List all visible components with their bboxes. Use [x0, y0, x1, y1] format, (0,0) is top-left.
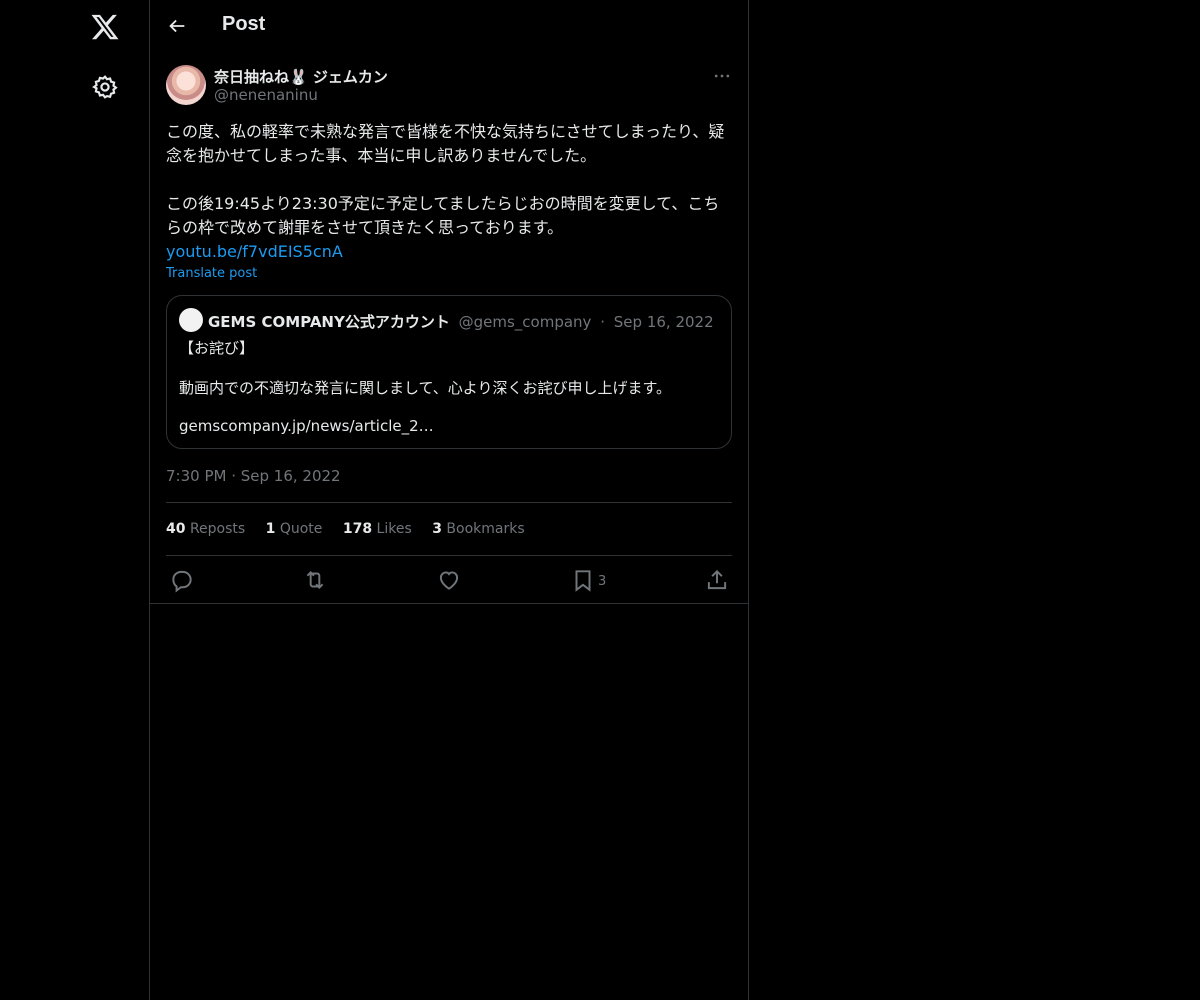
quote-separator: · [600, 313, 605, 331]
post-link[interactable]: youtu.be/f7vdEIS5cnA [166, 242, 343, 261]
divider [166, 555, 732, 556]
quote-text-line: gemscompany.jp/news/article_2… [179, 417, 434, 435]
header-bar: Post [150, 0, 748, 53]
left-navigation [0, 0, 150, 1000]
bookmark-count: 3 [598, 574, 607, 589]
author-name[interactable]: 奈日抽ねね🐰 ジェムカン [214, 66, 388, 87]
bookmarks-stat[interactable]: 3 Bookmarks [432, 521, 524, 537]
post-stats: 40 Reposts 1 Quote 178 Likes 3 Bookmarks [166, 521, 541, 537]
post-paragraph-2: この後19:45より23:30予定に予定してましたらじおの時間を変更して、こちら… [166, 194, 720, 237]
more-dots-icon[interactable] [712, 66, 732, 86]
quote-stat[interactable]: 1 Quote [266, 521, 323, 537]
share-icon[interactable] [704, 567, 730, 593]
quote-text-line: 動画内での不適切な発言に関しまして、心より深くお詫び申し上げます。 [179, 379, 672, 397]
quote-text-line: 【お詫び】 [179, 339, 255, 357]
post-paragraph-1: この度、私の軽率で未熟な発言で皆様を不快な気持ちにさせてしまったり、疑念を抱かせ… [166, 122, 725, 165]
likes-stat[interactable]: 178 Likes [343, 521, 412, 537]
translate-post-link[interactable]: Translate post [166, 266, 257, 281]
repost-icon[interactable] [302, 567, 328, 593]
quote-date: Sep 16, 2022 [613, 313, 714, 331]
page-title: Post [222, 13, 266, 35]
divider [166, 502, 732, 503]
avatar[interactable] [166, 65, 206, 105]
main-column: Post 奈日抽ねね🐰 ジェムカン @nenenaninu この度、私の軽率で未… [150, 0, 749, 1000]
reply-icon[interactable] [169, 567, 195, 593]
reposts-stat[interactable]: 40 Reposts [166, 521, 245, 537]
gear-icon[interactable] [92, 74, 118, 100]
x-logo-icon[interactable] [90, 12, 120, 42]
post-text: この度、私の軽率で未熟な発言で皆様を不快な気持ちにさせてしまったり、疑念を抱かせ… [166, 120, 732, 264]
bookmark-icon[interactable] [570, 567, 596, 593]
post-timestamp[interactable]: 7:30 PM · Sep 16, 2022 [166, 467, 341, 485]
heart-icon[interactable] [436, 567, 462, 593]
quote-avatar [179, 308, 203, 332]
quoted-post[interactable]: GEMS COMPANY公式アカウント @gems_company · Sep … [166, 295, 732, 449]
quote-author-handle: @gems_company [458, 313, 592, 331]
divider [150, 603, 748, 604]
back-arrow-icon[interactable] [166, 15, 188, 37]
author-handle[interactable]: @nenenaninu [214, 86, 318, 104]
quote-author-name: GEMS COMPANY公式アカウント [208, 313, 450, 331]
post-actions: 3 [166, 567, 732, 597]
quote-header: GEMS COMPANY公式アカウント @gems_company · Sep … [208, 311, 714, 332]
